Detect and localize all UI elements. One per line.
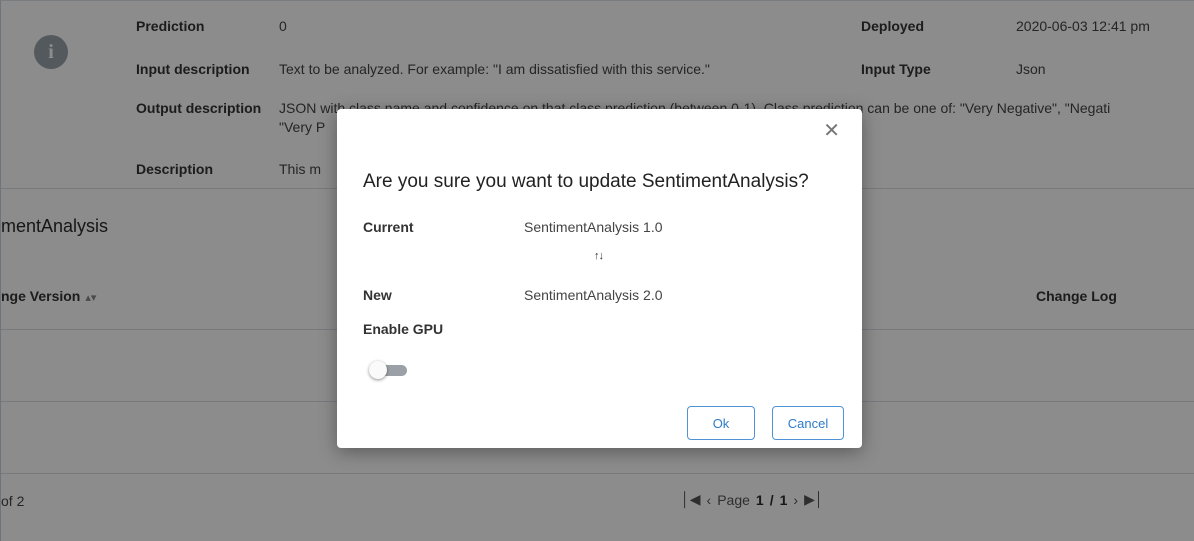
enable-gpu-label: Enable GPU bbox=[363, 321, 444, 337]
cancel-button[interactable]: Cancel bbox=[772, 406, 844, 440]
ok-button[interactable]: Ok bbox=[687, 406, 755, 440]
close-icon[interactable]: ✕ bbox=[823, 121, 840, 141]
toggle-knob bbox=[369, 361, 387, 379]
new-version-value: SentimentAnalysis 2.0 bbox=[524, 287, 663, 303]
update-confirm-dialog: ✕ Are you sure you want to update Sentim… bbox=[337, 109, 862, 448]
current-version-value: SentimentAnalysis 1.0 bbox=[524, 219, 663, 235]
enable-gpu-toggle[interactable] bbox=[369, 361, 409, 379]
dialog-title: Are you sure you want to update Sentimen… bbox=[363, 171, 809, 192]
new-version-label: New bbox=[363, 287, 392, 303]
current-version-label: Current bbox=[363, 219, 414, 235]
swap-arrows-icon: ↑↓ bbox=[594, 250, 604, 262]
